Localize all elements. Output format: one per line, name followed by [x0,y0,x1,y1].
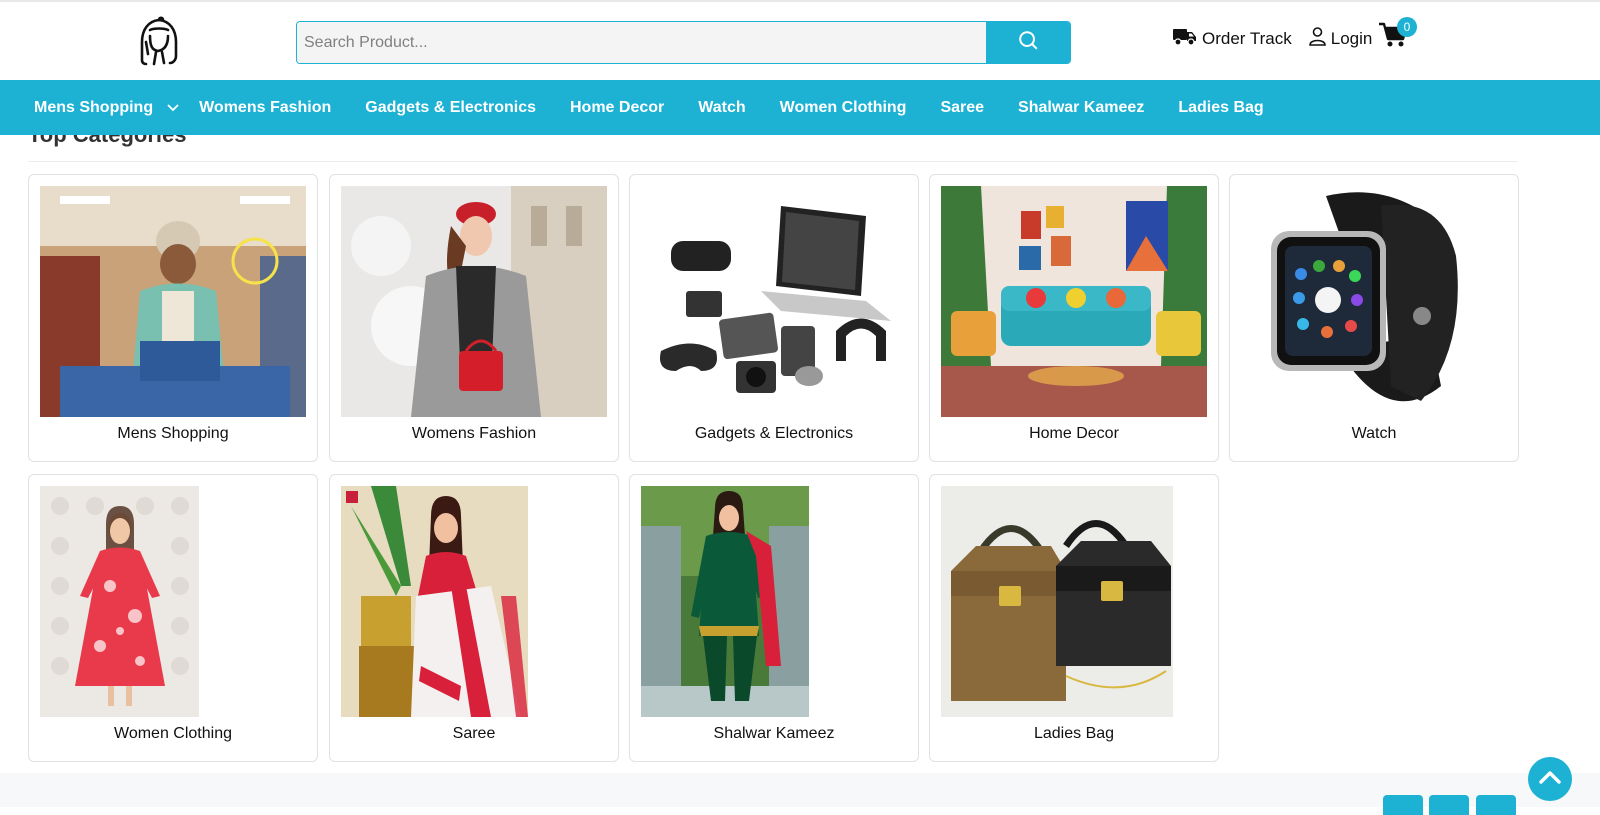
section-divider [28,161,1518,162]
nav-item-label: Women Clothing [779,98,907,116]
category-card-gadgets-electronics[interactable]: Gadgets & Electronics [629,174,919,462]
category-nav: Mens Shopping Womens Fashion Gadgets & E… [0,80,1600,135]
nav-item-label: Shalwar Kameez [1018,98,1145,116]
category-card-mens-shopping[interactable]: Mens Shopping [28,174,318,462]
footer-strip [0,773,1600,807]
category-label: Mens Shopping [117,425,229,442]
nav-item-mens-shopping[interactable]: Mens Shopping [34,99,179,117]
category-label: Women Clothing [114,725,232,742]
nav-item-womens-fashion[interactable]: Womens Fashion [199,99,331,117]
cart-icon [1379,22,1408,52]
category-label: Shalwar Kameez [713,725,835,742]
category-image [641,486,809,717]
cart-count-badge: 0 [1397,17,1417,37]
user-icon [1308,27,1326,51]
search-icon [1017,29,1039,56]
chevron-up-icon [1539,770,1561,789]
category-card-watch[interactable]: Watch [1229,174,1519,462]
login-label: Login [1330,29,1373,48]
login-link[interactable]: Login [1308,27,1373,51]
scroll-to-top-button[interactable] [1528,757,1572,801]
order-track-link[interactable]: Order Track [1173,28,1292,51]
category-card-women-clothing[interactable]: Women Clothing [28,474,318,762]
category-card-home-decor[interactable]: Home Decor [929,174,1219,462]
nav-item-label: Ladies Bag [1178,98,1264,116]
truck-icon [1173,28,1197,51]
search-bar [296,21,1071,64]
category-label: Home Decor [1029,425,1119,442]
footer-tab-2[interactable] [1429,795,1469,815]
nav-item-women-clothing[interactable]: Women Clothing [780,99,907,117]
nav-item-watch[interactable]: Watch [698,99,745,117]
footer-tab-1[interactable] [1383,795,1423,815]
category-card-womens-fashion[interactable]: Womens Fashion [329,174,619,462]
site-logo[interactable] [136,16,182,68]
category-card-saree[interactable]: Saree [329,474,619,762]
nav-item-label: Womens Fashion [199,98,332,116]
category-image [1241,186,1507,417]
category-card-ladies-bag[interactable]: Ladies Bag [929,474,1219,762]
category-card-shalwar-kameez[interactable]: Shalwar Kameez [629,474,919,762]
category-image [341,486,528,717]
category-label: Ladies Bag [1033,725,1115,742]
nav-item-label: Mens Shopping [34,98,154,116]
category-label: Gadgets & Electronics [694,425,854,442]
header-links: Order Track Login [1173,24,1372,54]
category-image [641,186,907,417]
nav-item-ladies-bag[interactable]: Ladies Bag [1178,99,1263,117]
category-image [341,186,607,417]
category-image [941,486,1173,717]
category-image [941,186,1207,417]
search-input[interactable] [297,22,986,63]
nav-item-label: Home Decor [570,98,665,116]
category-label: Watch [1351,425,1397,442]
nav-item-label: Watch [698,98,746,116]
order-track-label: Order Track [1202,29,1292,48]
nav-item-home-decor[interactable]: Home Decor [570,99,664,117]
nav-item-gadgets-electronics[interactable]: Gadgets & Electronics [365,99,536,117]
site-header: Order Track Login 0 [0,2,1600,80]
nav-item-label: Saree [940,98,985,116]
category-label: Womens Fashion [411,425,537,442]
chevron-down-icon [167,99,179,117]
nav-item-saree[interactable]: Saree [940,99,984,117]
search-button[interactable] [986,22,1070,63]
category-image [40,486,199,717]
category-image [40,186,306,417]
nav-item-shalwar-kameez[interactable]: Shalwar Kameez [1018,99,1144,117]
category-label: Saree [452,725,496,742]
nav-item-label: Gadgets & Electronics [365,98,536,116]
footer-tab-3[interactable] [1476,795,1516,815]
